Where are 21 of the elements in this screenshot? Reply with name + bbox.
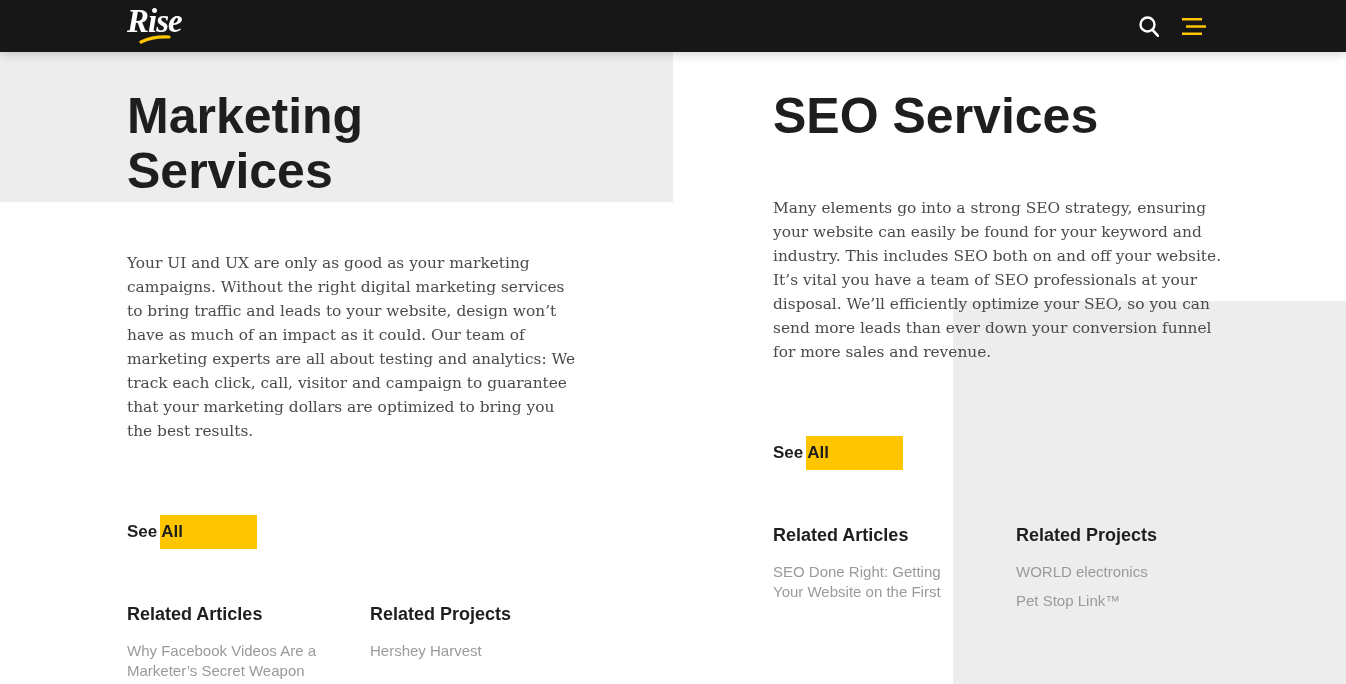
- related-link[interactable]: SEO Done Right: Getting Your Website on the First: [773, 562, 973, 602]
- section-description: Many elements go into a strong SEO strategy, ensuring your website can easily be found for your keyword and industry. This includes SEO both on and off your website. It’s vital you have a team of SEO professionals at your disposal. We’ll efficiently optimize your SEO, so you can send more leads than ever down your conversion funnel for more sales and revenue.: [773, 198, 1223, 363]
- related-link[interactable]: WORLD electronics: [1016, 562, 1148, 582]
- see-all-link[interactable]: See All: [127, 515, 257, 549]
- related-link[interactable]: Hershey Harvest: [370, 641, 482, 661]
- related-link[interactable]: Why Facebook Videos Are a Marketer’s Secret Weapon: [127, 641, 327, 681]
- search-button[interactable]: [1139, 15, 1159, 37]
- section-heading: Marketing Services: [127, 89, 365, 199]
- related-link[interactable]: Pet Stop Link™: [1016, 591, 1121, 611]
- swoosh-icon: [139, 34, 171, 44]
- search-icon: [1139, 15, 1159, 37]
- related-heading: Related Projects: [370, 603, 513, 626]
- related-heading: Related Projects: [1016, 524, 1159, 547]
- menu-icon: [1182, 17, 1206, 35]
- related-heading: Related Articles: [773, 524, 910, 547]
- related-heading: Related Articles: [127, 603, 264, 626]
- section-description: Your UI and UX are only as good as your marketing campaigns. Without the right digital marketing services to bring traffic and leads to your website, design won’t have as much of an impact as it could. Our team of marketing experts are all about testing and analytics: We track each click, call, visitor and campaign to guarantee that your marketing dollars are optimized to bring you the best results.: [127, 253, 577, 442]
- menu-button[interactable]: [1182, 17, 1206, 35]
- logo-link[interactable]: Rise: [127, 4, 182, 37]
- section-heading: SEO Services: [773, 89, 1100, 144]
- see-all-link[interactable]: See All: [773, 436, 903, 470]
